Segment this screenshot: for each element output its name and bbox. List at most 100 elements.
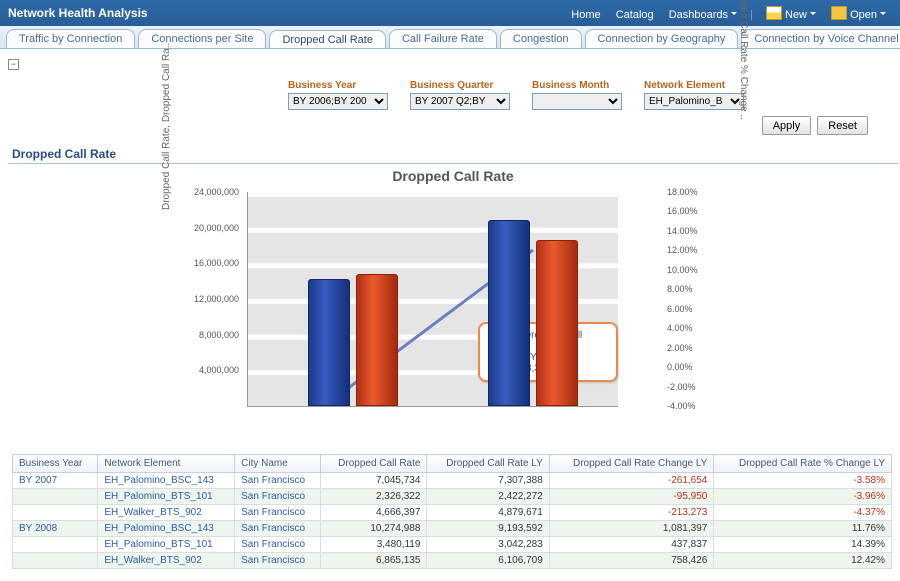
new-label: New xyxy=(785,9,807,21)
bar-BY 2007-Dropped-Call-Rate[interactable] xyxy=(308,279,350,406)
filter-business-quarter: Business Quarter BY 2007 Q2;BY xyxy=(410,80,510,110)
section-title: Dropped Call Rate xyxy=(8,145,898,164)
chart-dropped-call-rate: Dropped Call Rate Dropped Call Rate, Dro… xyxy=(173,170,733,440)
page-title: Network Health Analysis xyxy=(8,6,565,20)
reset-button[interactable]: Reset xyxy=(817,116,868,135)
link-dashboards[interactable]: Dashboards xyxy=(669,9,737,21)
col-header[interactable]: Dropped Call Rate Change LY xyxy=(549,455,714,473)
cell-value: 9,193,592 xyxy=(427,521,549,537)
bar-BY 2008-Dropped-Call-Rate[interactable] xyxy=(488,220,530,406)
cell-year[interactable] xyxy=(13,505,98,521)
select-business-month[interactable] xyxy=(532,93,622,110)
table-row: BY 2007EH_Palomino_BSC_143San Francisco7… xyxy=(13,473,892,489)
cell-value: 3,042,283 xyxy=(427,537,549,553)
new-icon xyxy=(766,6,782,20)
select-business-year[interactable]: BY 2006;BY 200 xyxy=(288,93,388,110)
cell-city[interactable]: San Francisco xyxy=(235,537,321,553)
cell-value: 4,666,397 xyxy=(321,505,427,521)
tab-connection-by-geography[interactable]: Connection by Geography xyxy=(585,29,739,48)
filter-month-label: Business Month xyxy=(532,80,622,91)
cell-value: 7,045,734 xyxy=(321,473,427,489)
cell-year[interactable]: BY 2008 xyxy=(13,521,98,537)
select-business-quarter[interactable]: BY 2007 Q2;BY xyxy=(410,93,510,110)
cell-change: 1,081,397 xyxy=(549,521,714,537)
cell-city[interactable]: San Francisco xyxy=(235,553,321,569)
cell-change: -213,273 xyxy=(549,505,714,521)
tab-connections-per-site[interactable]: Connections per Site xyxy=(138,29,266,48)
cell-change: 437,837 xyxy=(549,537,714,553)
filter-element-label: Network Element xyxy=(644,80,744,91)
tab-connection-by-voice-channel[interactable]: Connection by Voice Channel xyxy=(741,29,900,48)
y-ticks-right: 18.00%16.00%14.00%12.00%10.00%8.00%6.00%… xyxy=(663,192,733,406)
tab-congestion[interactable]: Congestion xyxy=(500,29,582,48)
col-header[interactable]: Dropped Call Rate LY xyxy=(427,455,549,473)
cell-element[interactable]: EH_Palomino_BSC_143 xyxy=(98,521,235,537)
y2-axis-label: Dropped Call Rate % Change .. xyxy=(738,0,749,190)
y-axis-label: Dropped Call Rate, Dropped Call Ra.. xyxy=(161,10,172,210)
cell-city[interactable]: San Francisco xyxy=(235,521,321,537)
cell-value: 2,422,272 xyxy=(427,489,549,505)
cell-change: -261,654 xyxy=(549,473,714,489)
cell-element[interactable]: EH_Walker_BTS_902 xyxy=(98,553,235,569)
select-network-element[interactable]: EH_Palomino_B xyxy=(644,93,744,110)
apply-button[interactable]: Apply xyxy=(762,116,812,135)
cell-city[interactable]: San Francisco xyxy=(235,473,321,489)
filter-network-element: Network Element EH_Palomino_B xyxy=(644,80,744,110)
col-header[interactable]: Dropped Call Rate % Change LY xyxy=(714,455,892,473)
cell-pct: 11.76% xyxy=(714,521,892,537)
cell-value: 3,480,119 xyxy=(321,537,427,553)
tab-dropped-call-rate[interactable]: Dropped Call Rate xyxy=(269,30,386,49)
toolbar-separator: | xyxy=(750,9,753,21)
table-row: BY 2008EH_Palomino_BSC_143San Francisco 1… xyxy=(13,521,892,537)
cell-year[interactable] xyxy=(13,537,98,553)
chart-plot-area[interactable]: Series: Dropped Call Rate LY Group: BY 2… xyxy=(247,192,618,407)
cell-pct: -3.58% xyxy=(714,473,892,489)
table-row: EH_Palomino_BTS_101San Francisco3,480,11… xyxy=(13,537,892,553)
link-home[interactable]: Home xyxy=(571,9,600,21)
bar-BY 2007-Dropped-Call-Rate-LY[interactable] xyxy=(356,274,398,406)
cell-value: 7,307,388 xyxy=(427,473,549,489)
tab-call-failure-rate[interactable]: Call Failure Rate xyxy=(389,29,497,48)
cell-pct: 14.39% xyxy=(714,537,892,553)
data-table: Business YearNetwork ElementCity NameDro… xyxy=(12,454,892,569)
col-header[interactable]: City Name xyxy=(235,455,321,473)
table-row: EH_Walker_BTS_902San Francisco6,865,1356… xyxy=(13,553,892,569)
cell-year[interactable] xyxy=(13,553,98,569)
cell-value: 4,879,671 xyxy=(427,505,549,521)
bar-BY 2008-Dropped-Call-Rate-LY[interactable] xyxy=(536,240,578,406)
filter-quarter-label: Business Quarter xyxy=(410,80,510,91)
col-header[interactable]: Dropped Call Rate xyxy=(321,455,427,473)
tab-traffic-by-connection[interactable]: Traffic by Connection xyxy=(6,29,135,48)
table-row: EH_Walker_BTS_902San Francisco4,666,3974… xyxy=(13,505,892,521)
col-header[interactable]: Business Year xyxy=(13,455,98,473)
table-row: EH_Palomino_BTS_101San Francisco2,326,32… xyxy=(13,489,892,505)
cell-year[interactable] xyxy=(13,489,98,505)
cell-city[interactable]: San Francisco xyxy=(235,505,321,521)
collapse-toggle[interactable]: − xyxy=(8,59,19,70)
tab-strip: Traffic by ConnectionConnections per Sit… xyxy=(0,26,900,49)
filter-year-label: Business Year xyxy=(288,80,388,91)
cell-pct: -3.96% xyxy=(714,489,892,505)
cell-value: 6,865,135 xyxy=(321,553,427,569)
link-catalog[interactable]: Catalog xyxy=(616,9,654,21)
col-header[interactable]: Network Element xyxy=(98,455,235,473)
filter-bar: Business Year BY 2006;BY 200 Business Qu… xyxy=(8,76,898,112)
cell-element[interactable]: EH_Walker_BTS_902 xyxy=(98,505,235,521)
cell-element[interactable]: EH_Palomino_BSC_143 xyxy=(98,473,235,489)
cell-value: 2,326,322 xyxy=(321,489,427,505)
cell-city[interactable]: San Francisco xyxy=(235,489,321,505)
cell-year[interactable]: BY 2007 xyxy=(13,473,98,489)
cell-value: 6,106,709 xyxy=(427,553,549,569)
top-toolbar: Network Health Analysis Home Catalog Das… xyxy=(0,0,900,26)
cell-element[interactable]: EH_Palomino_BTS_101 xyxy=(98,537,235,553)
new-menu[interactable]: New xyxy=(766,9,816,21)
cell-change: -95,950 xyxy=(549,489,714,505)
cell-pct: 12.42% xyxy=(714,553,892,569)
chart-title: Dropped Call Rate xyxy=(173,168,733,184)
open-label: Open xyxy=(850,9,877,21)
cell-element[interactable]: EH_Palomino_BTS_101 xyxy=(98,489,235,505)
cell-pct: -4.37% xyxy=(714,505,892,521)
open-icon xyxy=(831,6,847,20)
filter-business-year: Business Year BY 2006;BY 200 xyxy=(288,80,388,110)
open-menu[interactable]: Open xyxy=(831,9,886,21)
